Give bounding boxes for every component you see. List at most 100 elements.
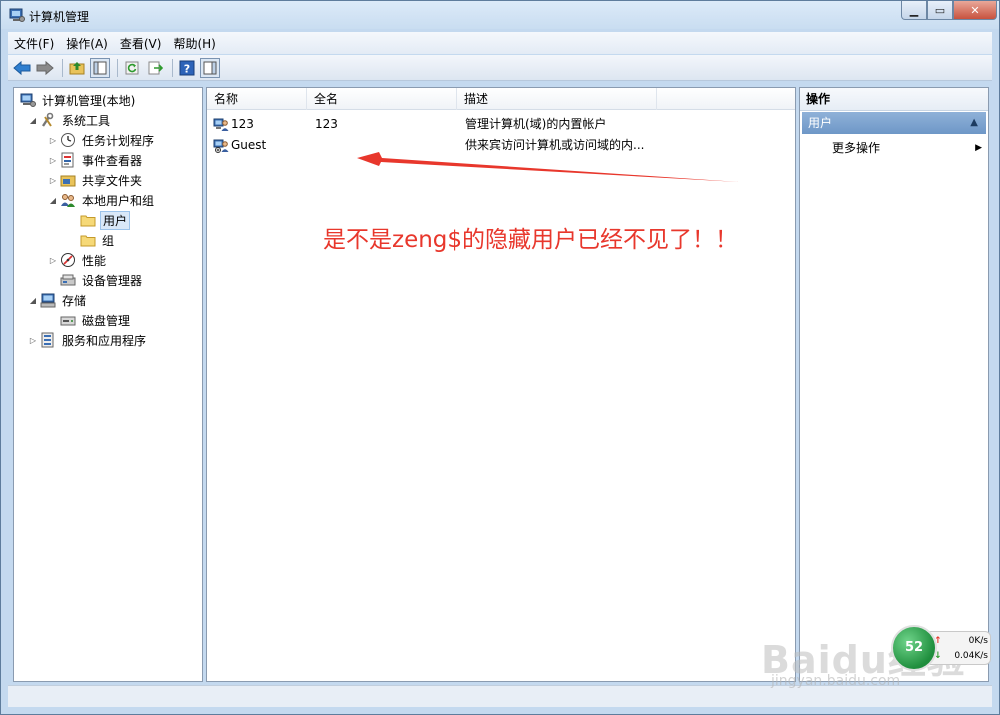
actions-pane-title: 操作 [800,88,988,111]
menu-bar: 文件(F) 操作(A) 查看(V) 帮助(H) [8,32,992,54]
title-bar: 计算机管理 ▁ ▭ ✕ [1,1,999,29]
actions-section-users[interactable]: 用户 ▲ [802,112,986,134]
tree-item[interactable]: ▷ 事件查看器 [48,151,144,169]
tree-item[interactable]: ▷ 服务和应用程序 [28,331,148,349]
tree-item[interactable]: ▷ 性能 [48,251,108,269]
toolbar-separator [62,58,63,77]
folder-icon [80,212,96,228]
close-button[interactable]: ✕ [953,1,997,20]
actions-pane: 操作 用户 ▲ 更多操作 ▶ [799,87,989,682]
show-hide-tree-button[interactable] [90,57,110,78]
up-level-button[interactable] [67,58,87,78]
console-tree-pane: 计算机管理(本地) ◢ 系统工具 ▷ 任务计划程序 ▷ 事件查看器 ▷ 共享文件夹 ◢ 本地用户和组… [13,87,203,682]
folder-up-icon [69,61,85,74]
download-speed: ↓ 0.04K/s [934,649,988,663]
tree-item-label: 组 [102,233,115,248]
tree-collapsed-icon[interactable]: ▷ [48,176,58,185]
shared-folders-icon [60,172,76,188]
menu-help[interactable]: 帮助(H) [167,35,221,52]
storage-icon [40,292,56,308]
tree-item-label: 设备管理器 [82,273,143,288]
tree-item[interactable]: ▷ 任务计划程序 [48,131,156,149]
tree-item[interactable]: ◢ 存储 [28,291,88,309]
tree-item-label: 本地用户和组 [82,193,155,208]
local-users-groups-icon [60,192,76,208]
tree-item-label: 系统工具 [62,113,111,128]
forward-arrow-icon [36,60,54,75]
more-actions-item[interactable]: 更多操作 ▶ [832,138,982,158]
computer-management-icon [9,8,25,22]
toolbar-separator [172,58,173,77]
tree-collapsed-icon[interactable]: ▷ [28,336,38,345]
menu-view[interactable]: 查看(V) [114,35,168,52]
tree-collapsed-icon[interactable]: ▷ [48,136,58,145]
tree-expanded-icon[interactable]: ◢ [28,296,38,305]
tree-expanded-icon[interactable]: ◢ [28,116,38,125]
toolbar: ? [8,55,992,81]
actions-section-label: 用户 [808,116,833,130]
tree-item-label: 用户 [100,210,131,230]
device-manager-icon [60,272,76,288]
export-list-button[interactable] [145,58,165,78]
disk-management-icon [60,312,76,328]
users-list-pane: 名称 全名 描述 123 123 管理计算机(域)的内置帐户 Guest 供来宾… [206,87,796,682]
tree-item[interactable]: ◢ 本地用户和组 [48,191,156,209]
help-button[interactable]: ? [177,58,197,78]
upload-speed: ↑ 0K/s [934,634,988,648]
tree-item-label: 存储 [62,293,87,308]
more-actions-label: 更多操作 [832,141,881,155]
tree-item-label: 共享文件夹 [82,173,143,188]
computer-management-window: 计算机管理 ▁ ▭ ✕ 文件(F) 操作(A) 查看(V) 帮助(H) ? 计算… [0,0,1000,715]
tree-item-label: 性能 [82,253,107,268]
console-tree-icon [93,61,107,74]
task-scheduler-icon [60,132,76,148]
refresh-button[interactable] [122,58,142,78]
network-speed-widget[interactable]: ↑ 0K/s ↓ 0.04K/s 52 [889,625,993,671]
refresh-icon [125,61,139,74]
baidu-watermark-url: jingyan.baidu.com [771,673,901,689]
tree-item-label: 磁盘管理 [82,313,131,328]
action-pane-icon [203,61,217,74]
window-title: 计算机管理 [29,10,90,24]
services-apps-icon [40,332,56,348]
annotation-text: 是不是zeng$的隐藏用户已经不见了！！ [323,227,739,253]
annotation-arrow [357,152,739,182]
collapse-up-icon[interactable]: ▲ [970,112,978,134]
tree-item[interactable]: 磁盘管理 [48,311,132,329]
network-speed-box: ↑ 0K/s ↓ 0.04K/s [929,631,991,665]
system-tools-icon [40,112,56,128]
menu-file[interactable]: 文件(F) [8,35,60,52]
tree-item-label: 服务和应用程序 [62,333,147,348]
menu-action[interactable]: 操作(A) [60,35,114,52]
tree-item[interactable]: 组 [68,231,116,249]
back-button[interactable] [12,58,32,78]
tree-item-label: 事件查看器 [82,153,143,168]
tree-collapsed-icon[interactable]: ▷ [48,156,58,165]
folder-icon [80,232,96,248]
help-icon: ? [179,60,195,75]
minimize-button[interactable]: ▁ [901,1,927,20]
tree-item[interactable]: 用户 [68,210,131,230]
chevron-right-icon: ▶ [975,143,982,153]
event-viewer-icon [60,152,76,168]
performance-icon [60,252,76,268]
export-list-icon [148,61,163,74]
tree-item-label: 任务计划程序 [82,133,155,148]
back-arrow-icon [13,60,31,75]
computer-management-icon [20,92,36,108]
tree-item[interactable]: ◢ 系统工具 [28,111,112,129]
maximize-button[interactable]: ▭ [927,1,953,20]
tree-item[interactable]: 设备管理器 [48,271,144,289]
tree-item[interactable]: ▷ 共享文件夹 [48,171,144,189]
forward-button[interactable] [35,58,55,78]
upload-speed-value: 0K/s [968,636,988,646]
download-speed-value: 0.04K/s [954,651,988,661]
tree-item[interactable]: 计算机管理(本地) [18,91,137,109]
tree-item-label: 计算机管理(本地) [42,93,136,108]
show-hide-action-pane-button[interactable] [200,57,220,78]
tree-collapsed-icon[interactable]: ▷ [48,256,58,265]
svg-text:?: ? [184,62,190,75]
toolbar-separator [117,58,118,77]
network-badge-ball: 52 [891,625,937,671]
tree-expanded-icon[interactable]: ◢ [48,196,58,205]
